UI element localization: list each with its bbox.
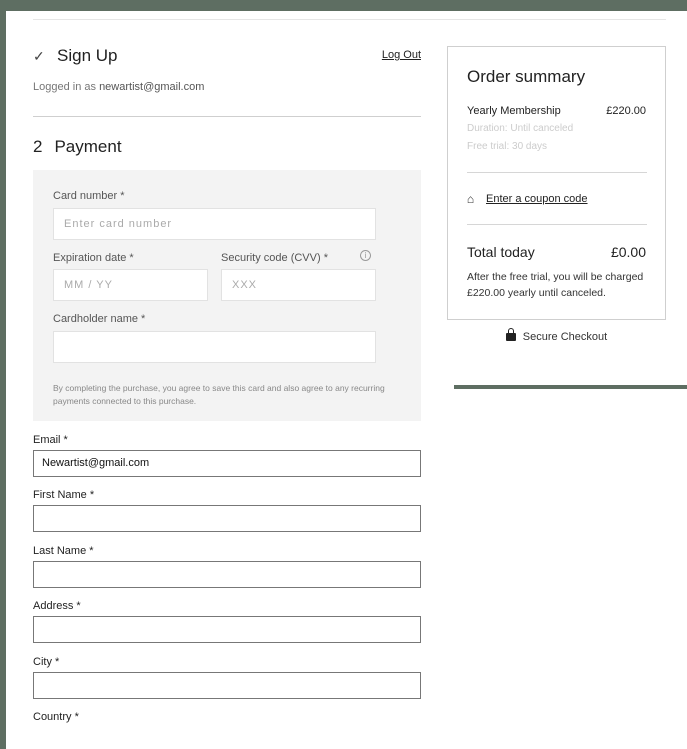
check-icon: ✓ [33,48,45,64]
order-summary-panel: Order summary Yearly Membership £220.00 … [447,46,666,320]
top-frame-bar [0,0,687,11]
info-icon[interactable]: i [360,250,371,261]
plan-duration: Duration: Until canceled [467,123,574,134]
order-summary-title: Order summary [467,67,586,86]
last-name-field[interactable] [33,561,421,588]
address-field[interactable] [33,616,421,643]
top-divider [33,19,666,20]
email-field[interactable]: Newartist@gmail.com [33,450,421,477]
total-label: Total today [467,244,535,260]
logged-in-prefix: Logged in as [33,81,96,93]
cardholder-label: Cardholder name * [53,313,146,325]
signup-title: Sign Up [57,46,118,65]
logout-link[interactable]: Log Out [382,49,421,61]
after-trial-note: After the free trial, you will be charge… [467,271,644,299]
expiration-input[interactable]: MM / YY [53,269,208,301]
tag-icon: ⌂ [467,192,475,206]
secure-checkout-label: Secure Checkout [522,331,608,343]
plan-free-trial: Free trial: 30 days [467,141,548,152]
email-label: Email * [33,434,68,446]
signup-header: ✓ Sign Up Log Out [33,46,421,68]
city-label: City * [33,656,60,668]
country-label: Country * [33,711,79,723]
card-number-input[interactable]: Enter card number [53,208,376,240]
summary-divider [467,172,647,173]
plan-name: Yearly Membership [467,105,561,117]
plan-price: £220.00 [606,105,646,117]
total-value: £0.00 [610,244,646,260]
coupon-link[interactable]: Enter a coupon code [486,193,588,205]
secure-checkout: Secure Checkout [447,328,666,347]
first-name-field[interactable] [33,505,421,532]
cardholder-input[interactable] [53,331,376,363]
city-field[interactable] [33,672,421,699]
logged-in-text: Logged in as newartist@gmail.com [33,81,204,93]
summary-divider [467,224,647,225]
address-label: Address * [33,600,81,612]
left-frame-bar [0,0,6,749]
payment-heading: 2 Payment [33,137,122,157]
cvv-label: Security code (CVV) * [221,252,328,264]
lock-icon [505,328,516,341]
section-divider [33,116,421,117]
card-number-label: Card number * [53,190,125,202]
card-details-panel: Card number * Enter card number Expirati… [33,170,421,421]
logged-in-email: newartist@gmail.com [99,81,205,93]
last-name-label: Last Name * [33,545,94,557]
expiration-label: Expiration date * [53,252,134,264]
payment-title: Payment [54,137,122,156]
payment-step-number: 2 [33,137,43,156]
first-name-label: First Name * [33,489,95,501]
save-card-disclaimer: By completing the purchase, you agree to… [53,383,385,406]
cvv-input[interactable]: XXX [221,269,376,301]
accent-bar [454,385,687,389]
